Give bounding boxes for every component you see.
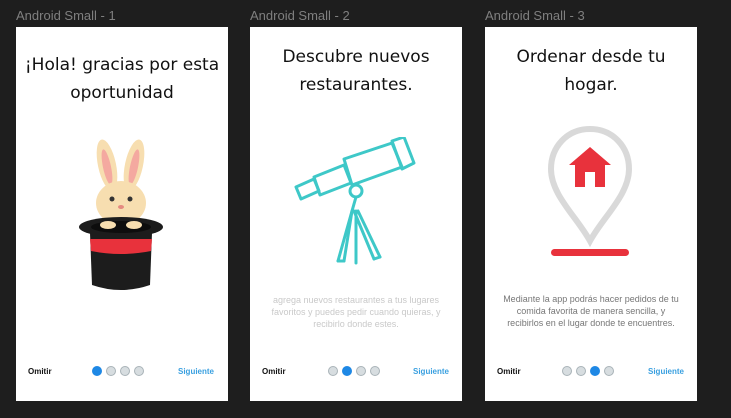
page-dot-3[interactable] — [356, 366, 366, 376]
page-indicator — [562, 366, 614, 376]
page-dot-2[interactable] — [342, 366, 352, 376]
skip-button[interactable]: Omitir — [497, 367, 521, 376]
frame-label-3: Android Small - 3 — [485, 8, 585, 23]
next-button[interactable]: Siguiente — [413, 367, 449, 376]
page-dot-2[interactable] — [106, 366, 116, 376]
skip-button[interactable]: Omitir — [28, 367, 52, 376]
frame-label-2: Android Small - 2 — [250, 8, 350, 23]
title-line-2: oportunidad — [70, 83, 174, 103]
screen-title: Descubre nuevos restaurantes. — [250, 43, 462, 99]
screen-description: agrega nuevos restaurantes a tus lugares… — [271, 295, 441, 329]
page-dot-4[interactable] — [604, 366, 614, 376]
onboarding-screen-3: Ordenar desde tu hogar. Mediante la app … — [485, 27, 697, 401]
page-dot-1[interactable] — [92, 366, 102, 376]
rabbit-in-hat-icon — [79, 139, 163, 290]
telescope-icon — [294, 137, 416, 265]
page-indicator — [328, 366, 380, 376]
page-dot-1[interactable] — [328, 366, 338, 376]
screen-description: Mediante la app podrás hacer pedidos de … — [503, 294, 679, 328]
page-dot-2[interactable] — [576, 366, 586, 376]
page-dot-3[interactable] — [590, 366, 600, 376]
title-line-2: hogar. — [564, 75, 618, 95]
page-indicator — [92, 366, 144, 376]
screen-title: Ordenar desde tu hogar. — [485, 43, 697, 99]
next-button[interactable]: Siguiente — [178, 367, 214, 376]
onboarding-screen-1: ¡Hola! gracias por esta oportunidad Omit… — [16, 27, 228, 401]
title-line-1: ¡Hola! gracias por esta — [24, 55, 220, 75]
next-button[interactable]: Siguiente — [648, 367, 684, 376]
screen-title: ¡Hola! gracias por esta oportunidad — [16, 51, 228, 107]
title-line-2: restaurantes. — [299, 75, 413, 95]
title-line-1: Ordenar desde tu — [516, 47, 666, 67]
page-dot-1[interactable] — [562, 366, 572, 376]
page-dot-4[interactable] — [370, 366, 380, 376]
page-dot-4[interactable] — [134, 366, 144, 376]
page-dot-3[interactable] — [120, 366, 130, 376]
skip-button[interactable]: Omitir — [262, 367, 286, 376]
onboarding-screen-2: Descubre nuevos restaurantes. agrega nue… — [250, 27, 462, 401]
title-line-1: Descubre nuevos — [282, 47, 430, 67]
home-location-pin-icon — [547, 125, 633, 256]
frame-label-1: Android Small - 1 — [16, 8, 116, 23]
